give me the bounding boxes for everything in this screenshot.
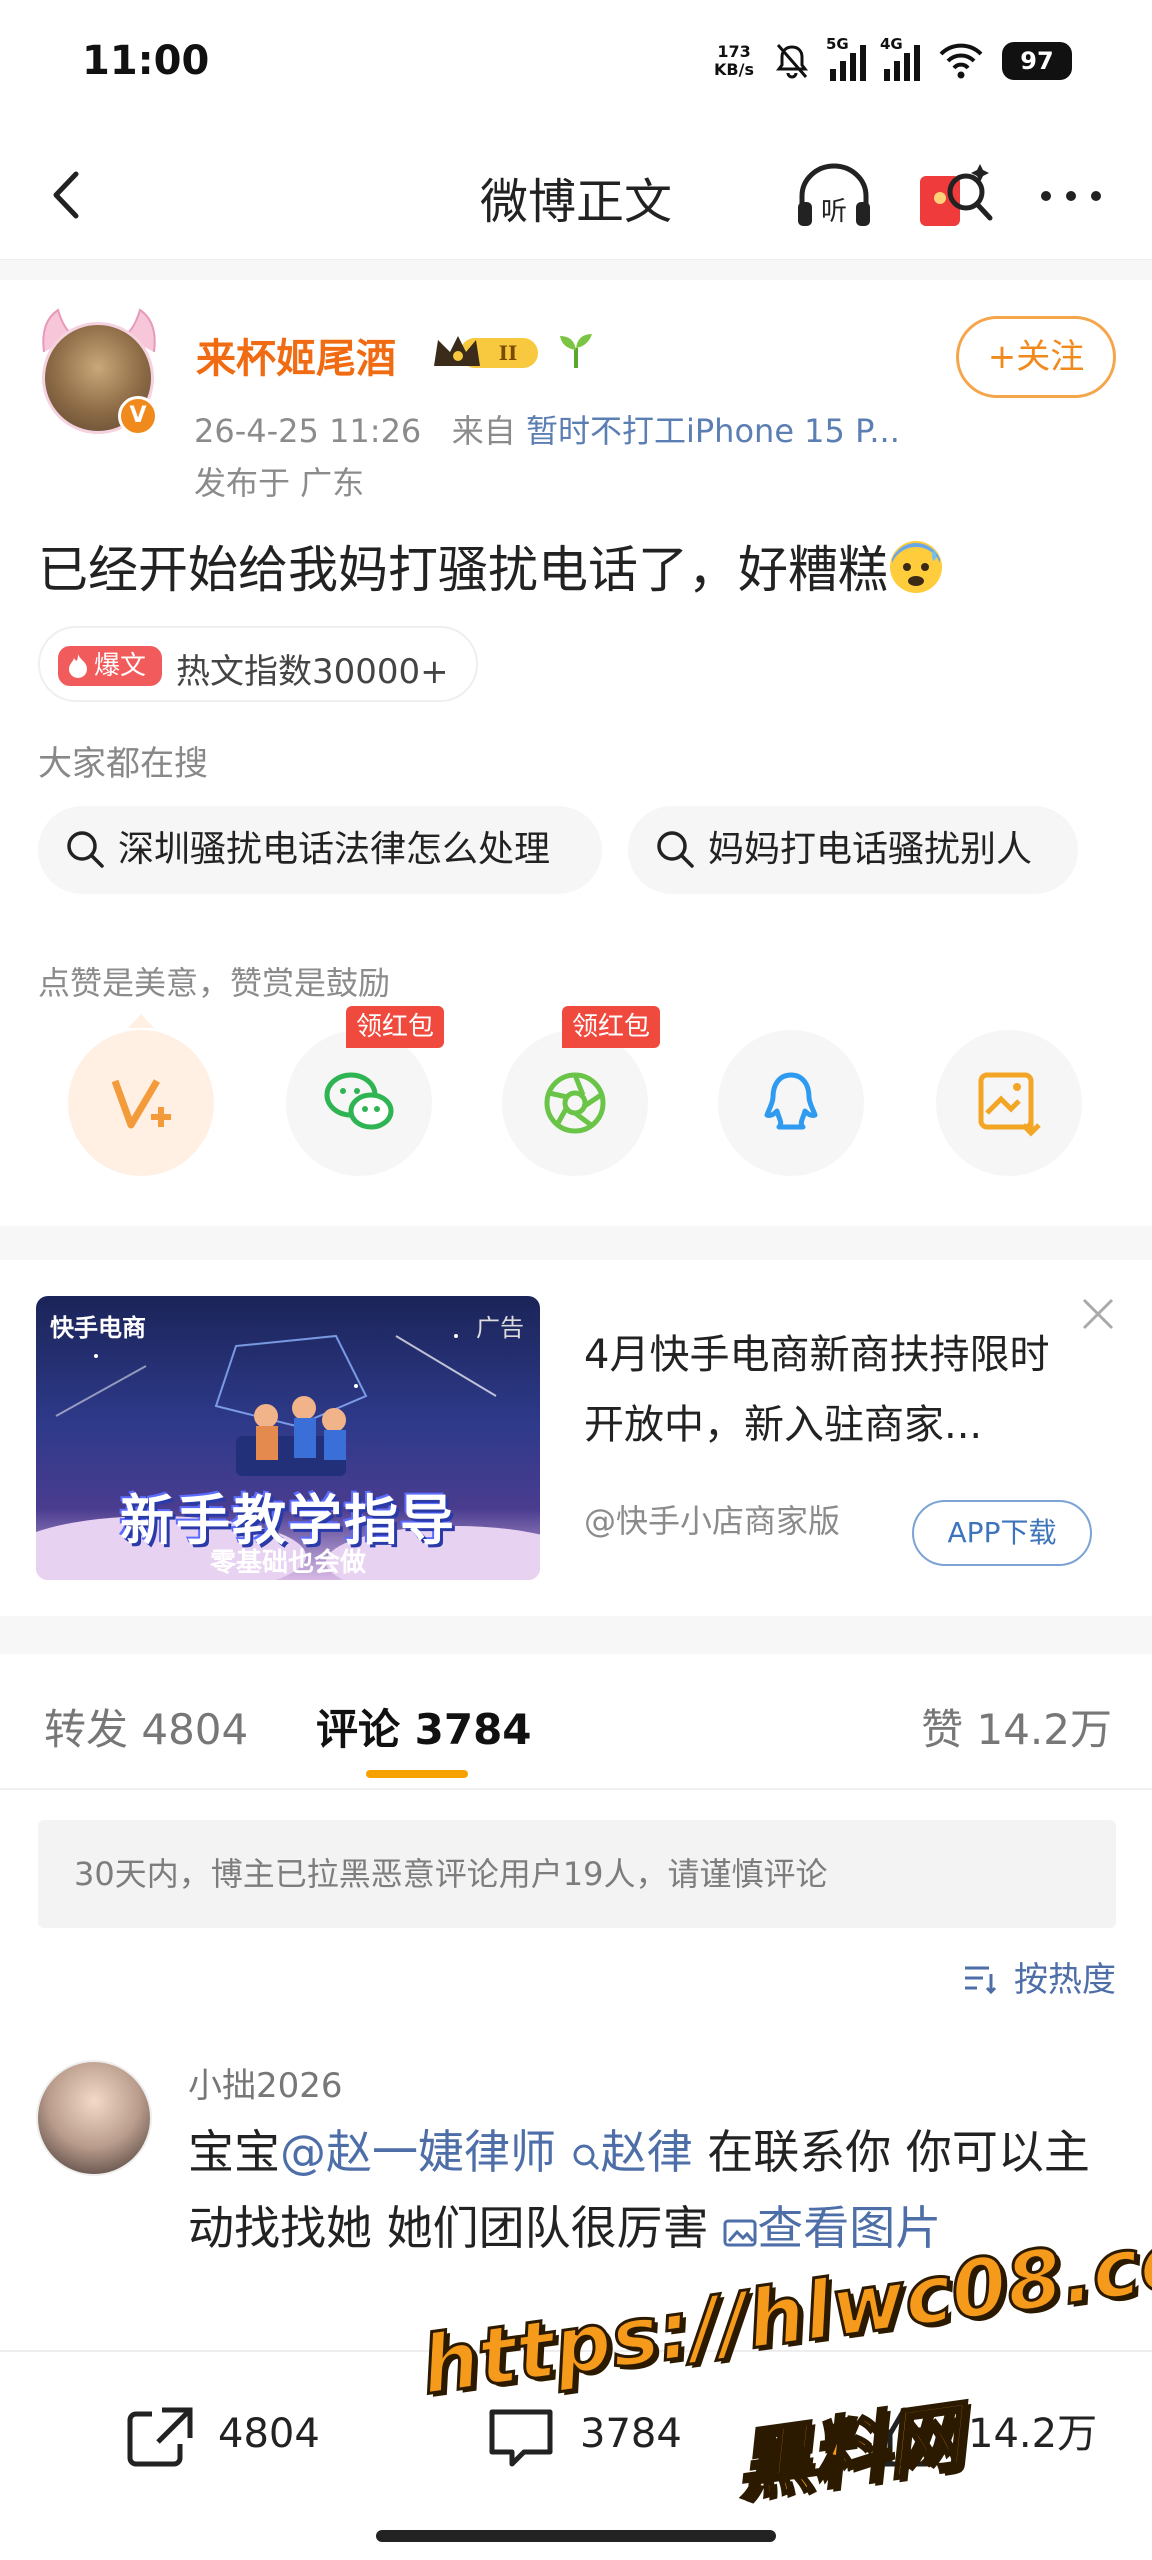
image-icon: [723, 2219, 757, 2247]
post-source-prefix: 来自: [451, 412, 516, 450]
comment-bubble-icon: [489, 2409, 553, 2467]
wechat-icon: [324, 1072, 394, 1130]
share-wechat-button[interactable]: [286, 1030, 432, 1176]
post-text-body: 已经开始给我妈打骚扰电话了，好糟糕: [38, 541, 888, 599]
level-badge-text: II: [499, 341, 518, 365]
commenter-name[interactable]: 小拙2026: [188, 2058, 343, 2107]
sort-label: 按热度: [1014, 1960, 1116, 2000]
net-speed: 173 KB/s: [714, 43, 754, 79]
trending-search-heading: 大家都在搜: [38, 744, 208, 784]
image-download-icon: [978, 1072, 1041, 1137]
follow-button[interactable]: +关注: [956, 316, 1116, 398]
sort-toggle[interactable]: 按热度: [963, 1952, 1116, 2001]
ad-card[interactable]: 快手电商 广告 新手教学指导 零基础也会做 4月快手电商新商扶持限时开放中，新入…: [0, 1260, 1152, 1616]
sprout-icon: [560, 334, 592, 368]
close-icon[interactable]: [1080, 1296, 1116, 1332]
signal1-label: 5G: [826, 35, 849, 53]
post-date: 26-4-25 11:26: [194, 412, 422, 450]
red-packet-tag[interactable]: 领红包: [346, 1006, 445, 1048]
signal-5g-icon: 5G: [826, 35, 866, 81]
sort-icon: [965, 1966, 997, 1995]
post-location: 发布于 广东: [194, 464, 365, 502]
view-image-link[interactable]: 查看图片: [723, 2201, 941, 2255]
search-chip[interactable]: 深圳骚扰电话法律怎么处理: [38, 806, 602, 894]
status-icons: 173 KB/s 5G 4G 97: [714, 35, 1072, 86]
view-image-label: 查看图片: [757, 2201, 942, 2255]
tab-comments[interactable]: 评论 3784: [316, 1696, 532, 1757]
save-image-button[interactable]: [936, 1030, 1082, 1176]
post-source[interactable]: 暂时不打工iPhone 15 P...: [526, 412, 900, 450]
status-bar: 11:00 173 KB/s 5G 4G 97: [0, 0, 1152, 130]
ad-title[interactable]: 4月快手电商新商扶持限时开放中，新入驻商家...: [584, 1320, 1084, 1460]
ad-source: @快手小店商家版: [584, 1502, 841, 1540]
comment-search-label: 赵律: [600, 2125, 693, 2179]
comment-notice: 30天内，博主已拉黑恶意评论用户19人，请谨慎评论: [38, 1820, 1116, 1928]
red-packet-search-icon[interactable]: [914, 156, 998, 236]
author-avatar-wrap[interactable]: V: [34, 302, 164, 436]
status-time: 11:00: [82, 38, 210, 84]
reward-hint: 点赞是美意，赞赏是鼓励: [38, 964, 391, 1002]
member-crown-badge-icon: II: [434, 336, 538, 368]
comment-count: 3784: [580, 2411, 682, 2457]
home-indicator[interactable]: [376, 2530, 776, 2542]
red-packet-tag[interactable]: 领红包: [562, 1006, 661, 1048]
battery-indicator: 97: [1002, 42, 1072, 80]
signal2-label: 4G: [880, 35, 903, 53]
comment-search-link[interactable]: 赵律: [571, 2125, 693, 2179]
signal-4g-icon: 4G: [880, 35, 920, 81]
nav-bar: 微博正文 听: [0, 130, 1152, 260]
ad-brand-logo: 快手电商: [50, 1314, 146, 1342]
search-icon: [657, 831, 694, 868]
ad-badge: 广告: [476, 1314, 524, 1342]
reward-button[interactable]: [68, 1030, 214, 1176]
share-arrow-icon: [127, 2407, 193, 2467]
search-chip-label: 妈妈打电话骚扰别人: [708, 829, 1033, 870]
divider: [0, 1788, 1152, 1790]
headphones-listen-icon[interactable]: 听: [792, 160, 876, 232]
comment-button[interactable]: 3784: [484, 2394, 724, 2474]
commenter-avatar[interactable]: [36, 2060, 152, 2176]
comment-part1: 宝宝: [188, 2125, 280, 2179]
v-plus-reward-icon: [111, 1079, 171, 1129]
ad-image[interactable]: 快手电商 广告 新手教学指导 零基础也会做: [36, 1296, 540, 1580]
hot-article-tag: 爆文: [58, 646, 162, 686]
wifi-icon: [939, 43, 983, 79]
ad-subline: 零基础也会做: [209, 1548, 366, 1578]
post-meta: 26-4-25 11:26 来自 暂时不打工iPhone 15 P...: [194, 406, 900, 452]
pointer-icon: [128, 1014, 154, 1028]
share-moments-button[interactable]: [502, 1030, 648, 1176]
search-chip[interactable]: 妈妈打电话骚扰别人: [628, 806, 1078, 894]
verified-badge-icon: V: [118, 396, 158, 436]
share-qq-button[interactable]: [718, 1030, 864, 1176]
mute-bell-icon: [776, 44, 808, 79]
tab-likes[interactable]: 赞 14.2万: [921, 1696, 1112, 1757]
flame-icon: [69, 654, 87, 678]
repost-button[interactable]: 4804: [122, 2394, 362, 2474]
author-name[interactable]: 来杯姬尾酒: [196, 326, 396, 384]
hot-index-text: 热文指数30000+: [176, 652, 449, 692]
hot-index-chip[interactable]: 爆文 热文指数30000+: [38, 626, 478, 702]
post-text: 已经开始给我妈打骚扰电话了，好糟糕: [38, 530, 944, 602]
post-card: V 来杯姬尾酒 II +关注 26-4-25 11:26 来自 暂时不打工iPh…: [0, 280, 1152, 1226]
anxious-sweat-emoji-icon: [890, 541, 942, 593]
active-tab-indicator: [366, 1770, 468, 1778]
app-download-button[interactable]: APP下载: [912, 1500, 1092, 1566]
net-speed-unit: KB/s: [714, 60, 754, 79]
more-icon[interactable]: [1036, 170, 1106, 222]
tab-repost[interactable]: 转发 4804: [44, 1696, 248, 1757]
hot-tag-label: 爆文: [94, 651, 147, 681]
comment-mention-link[interactable]: @赵一婕律师: [280, 2125, 556, 2179]
listen-label: 听: [821, 197, 847, 227]
qq-icon: [764, 1072, 818, 1130]
repost-count: 4804: [218, 2411, 320, 2457]
search-icon: [573, 2144, 599, 2171]
moments-aperture-icon: [544, 1072, 606, 1134]
net-speed-value: 173: [717, 42, 751, 61]
search-chip-label: 深圳骚扰电话法律怎么处理: [118, 829, 551, 870]
share-row: 领红包 领红包: [0, 1006, 1152, 1178]
like-count: 14.2万: [968, 2411, 1098, 2457]
search-icon: [67, 831, 104, 868]
